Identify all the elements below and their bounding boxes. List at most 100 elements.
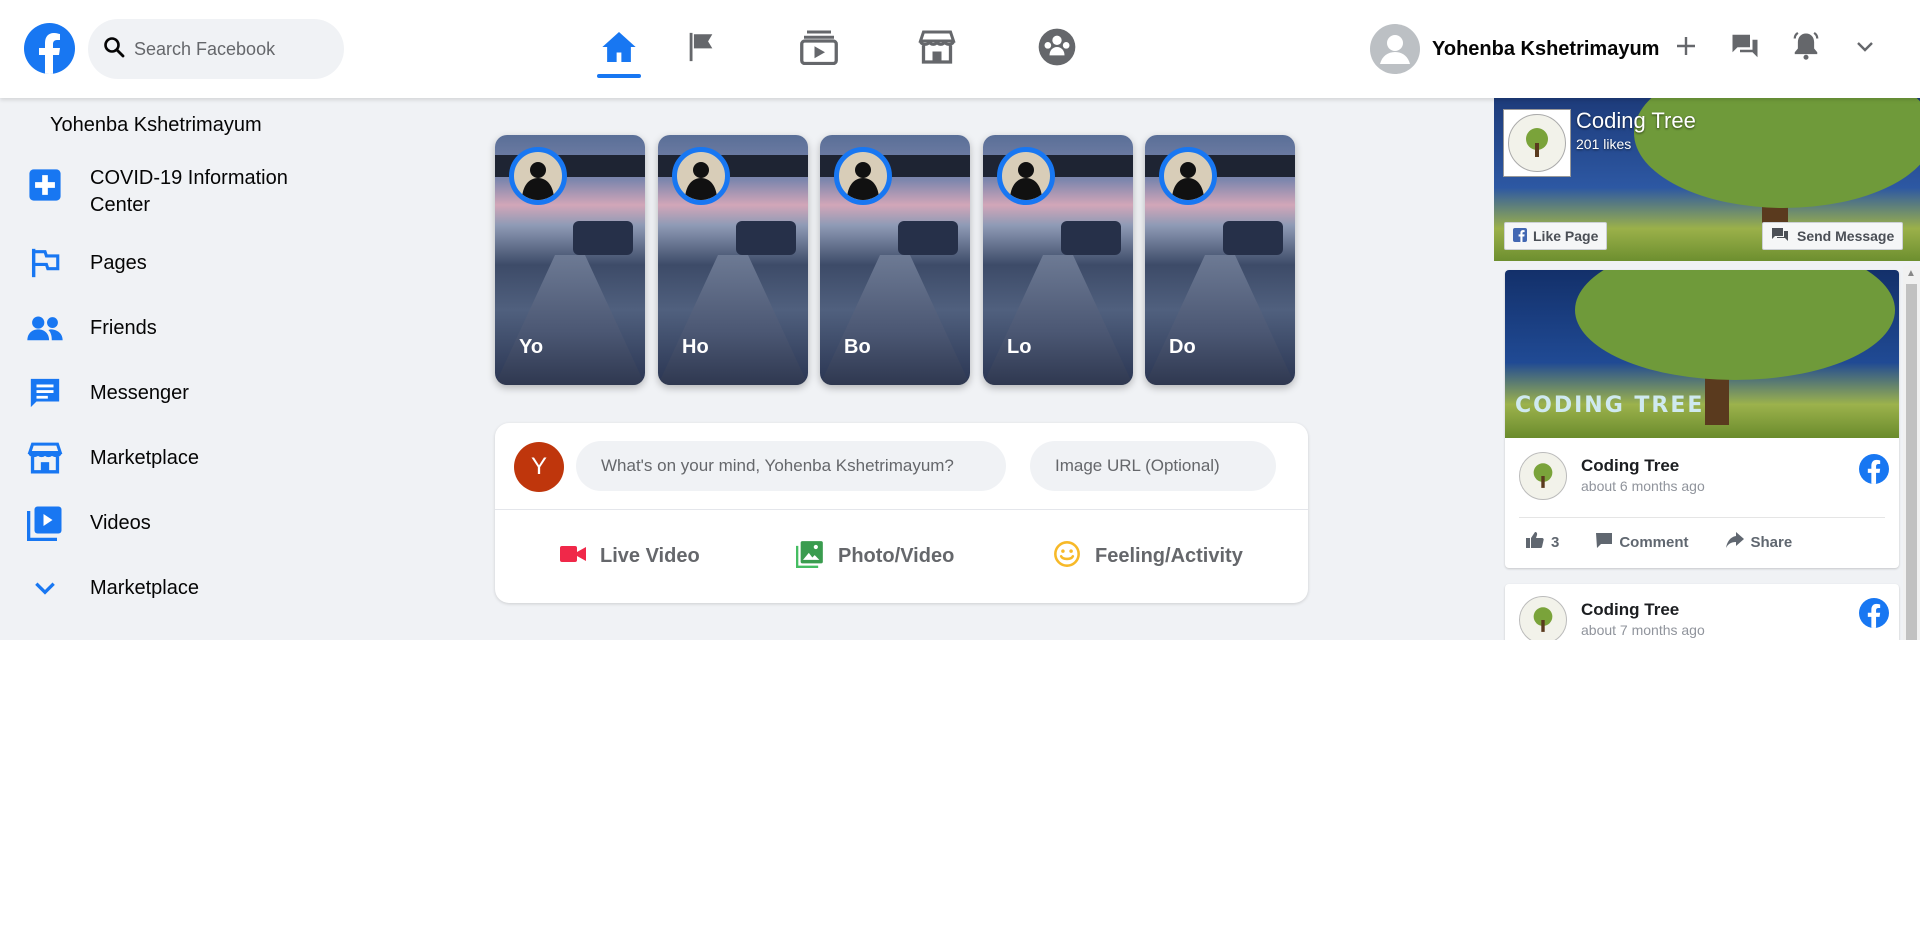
account-menu-button[interactable]: [1847, 30, 1883, 66]
active-tab-indicator: [597, 74, 641, 78]
like-count: 3: [1551, 533, 1560, 551]
tree-logo-icon[interactable]: [1519, 452, 1567, 500]
home-icon: [600, 28, 638, 71]
bell-icon: [1791, 31, 1821, 66]
sidebar-item-label: Friends: [90, 317, 157, 339]
image-url-input[interactable]: [1030, 441, 1276, 491]
post-time[interactable]: about 6 months ago: [1581, 478, 1705, 494]
story-image-mirror: [736, 221, 796, 255]
story-card[interactable]: Lo: [983, 135, 1133, 385]
nav-groups-tab[interactable]: [1022, 18, 1092, 80]
post-author[interactable]: Coding Tree: [1581, 600, 1679, 620]
story-avatar: [834, 147, 892, 205]
sidebar-item-friends[interactable]: Friends: [26, 309, 157, 347]
sidebar-item-messenger[interactable]: Messenger: [26, 374, 189, 412]
page-plugin: Coding Tree 201 likes Like Page Send Mes…: [1494, 98, 1920, 640]
post-author[interactable]: Coding Tree: [1581, 456, 1679, 476]
share-button[interactable]: Share: [1719, 532, 1793, 552]
divider: [495, 509, 1308, 510]
friends-icon: [26, 309, 64, 347]
story-card[interactable]: Ho: [658, 135, 808, 385]
story-avatar: [509, 147, 567, 205]
story-avatar: [997, 147, 1055, 205]
story-name: Bo: [844, 336, 871, 358]
story-image-mirror: [1223, 221, 1283, 255]
profile-link[interactable]: Yohenba Kshetrimayum: [1370, 24, 1659, 74]
feeling-activity-button[interactable]: Feeling/Activity: [1053, 536, 1243, 576]
comment-button[interactable]: Comment: [1589, 532, 1689, 552]
nav-watch-tab[interactable]: [784, 18, 854, 80]
search-icon: [102, 35, 126, 64]
like-page-button[interactable]: Like Page: [1504, 222, 1608, 250]
share-label: Share: [1750, 533, 1793, 551]
page-title[interactable]: Coding Tree: [1576, 108, 1696, 134]
message-icon: [1771, 227, 1789, 246]
covid-plus-icon: [26, 166, 64, 204]
page-cover[interactable]: Coding Tree 201 likes Like Page Send Mes…: [1494, 98, 1920, 261]
facebook-logo-icon[interactable]: [24, 23, 75, 74]
post-composer: Y Live Video Photo/Video Feeling/Activit…: [495, 423, 1308, 603]
page-logo[interactable]: [1504, 110, 1570, 176]
create-button[interactable]: [1668, 30, 1704, 66]
story-name: Lo: [1007, 336, 1032, 358]
notifications-button[interactable]: [1788, 30, 1824, 66]
scrollbar-thumb[interactable]: [1906, 284, 1917, 640]
sidebar-item-marketplace[interactable]: Marketplace: [26, 439, 199, 477]
plus-icon: [1674, 34, 1698, 63]
post-header: Coding Tree about 6 months ago: [1519, 452, 1889, 504]
post-image-caption: CODING TREE: [1515, 393, 1705, 418]
sidebar-item-see-more[interactable]: Marketplace: [26, 569, 199, 607]
facebook-icon[interactable]: [1859, 598, 1889, 628]
timeline-post: CODING TREE Coding Tree about 6 months a…: [1505, 270, 1899, 568]
post-header: Coding Tree about 7 months ago: [1519, 596, 1889, 640]
sidebar-user-name[interactable]: Yohenba Kshetrimayum: [50, 114, 262, 137]
post-time[interactable]: about 7 months ago: [1581, 622, 1705, 638]
story-card[interactable]: Yo: [495, 135, 645, 385]
nav-home-tab[interactable]: [584, 18, 654, 80]
story-image-mirror: [1061, 221, 1121, 255]
nav-marketplace-tab[interactable]: [902, 18, 972, 80]
photo-video-button[interactable]: Photo/Video: [796, 536, 954, 576]
tree-logo-icon[interactable]: [1519, 596, 1567, 640]
facebook-icon[interactable]: [1859, 454, 1889, 484]
story-name: Do: [1169, 336, 1196, 358]
sidebar-item-videos[interactable]: Videos: [26, 504, 151, 542]
scroll-up-arrow-icon[interactable]: ▲: [1906, 268, 1916, 279]
chevron-down-icon: [1853, 34, 1877, 63]
feeling-icon: [1053, 540, 1081, 573]
status-input[interactable]: [576, 441, 1006, 491]
like-button[interactable]: 3: [1519, 532, 1559, 552]
story-card[interactable]: Do: [1145, 135, 1295, 385]
share-icon: [1725, 532, 1744, 552]
send-message-button[interactable]: Send Message: [1762, 222, 1904, 250]
sidebar-item-pages[interactable]: Pages: [26, 244, 147, 282]
messenger-button[interactable]: [1727, 30, 1763, 66]
tree-canopy: [1575, 270, 1895, 380]
story-image-mirror: [573, 221, 633, 255]
post-actions: 3 Comment Share: [1519, 532, 1822, 552]
sidebar-item-covid[interactable]: COVID-19 Information Center: [26, 166, 288, 216]
flag-icon: [26, 244, 64, 282]
sidebar-item-label: Messenger: [90, 382, 189, 404]
search-box[interactable]: [88, 19, 344, 79]
story-card[interactable]: Bo: [820, 135, 970, 385]
live-video-icon: [560, 544, 586, 569]
story-name: Ho: [682, 336, 709, 358]
nav-pages-tab[interactable]: [666, 18, 736, 80]
watch-icon: [799, 29, 839, 70]
live-video-button[interactable]: Live Video: [560, 536, 700, 576]
photo-icon: [796, 540, 824, 573]
search-input[interactable]: [134, 38, 334, 60]
timeline-post: Coding Tree about 7 months ago: [1505, 584, 1899, 640]
comment-icon: [1596, 532, 1613, 552]
sidebar-item-label: Marketplace: [90, 577, 199, 599]
top-navbar: Yohenba Kshetrimayum: [0, 0, 1920, 98]
story-avatar: [1159, 147, 1217, 205]
marketplace-icon: [26, 439, 64, 477]
story-image-mirror: [898, 221, 958, 255]
profile-name: Yohenba Kshetrimayum: [1432, 37, 1660, 60]
story-name: Yo: [519, 336, 544, 358]
messenger-icon: [26, 374, 64, 412]
post-image[interactable]: CODING TREE: [1505, 270, 1899, 438]
composer-avatar: Y: [514, 442, 564, 492]
